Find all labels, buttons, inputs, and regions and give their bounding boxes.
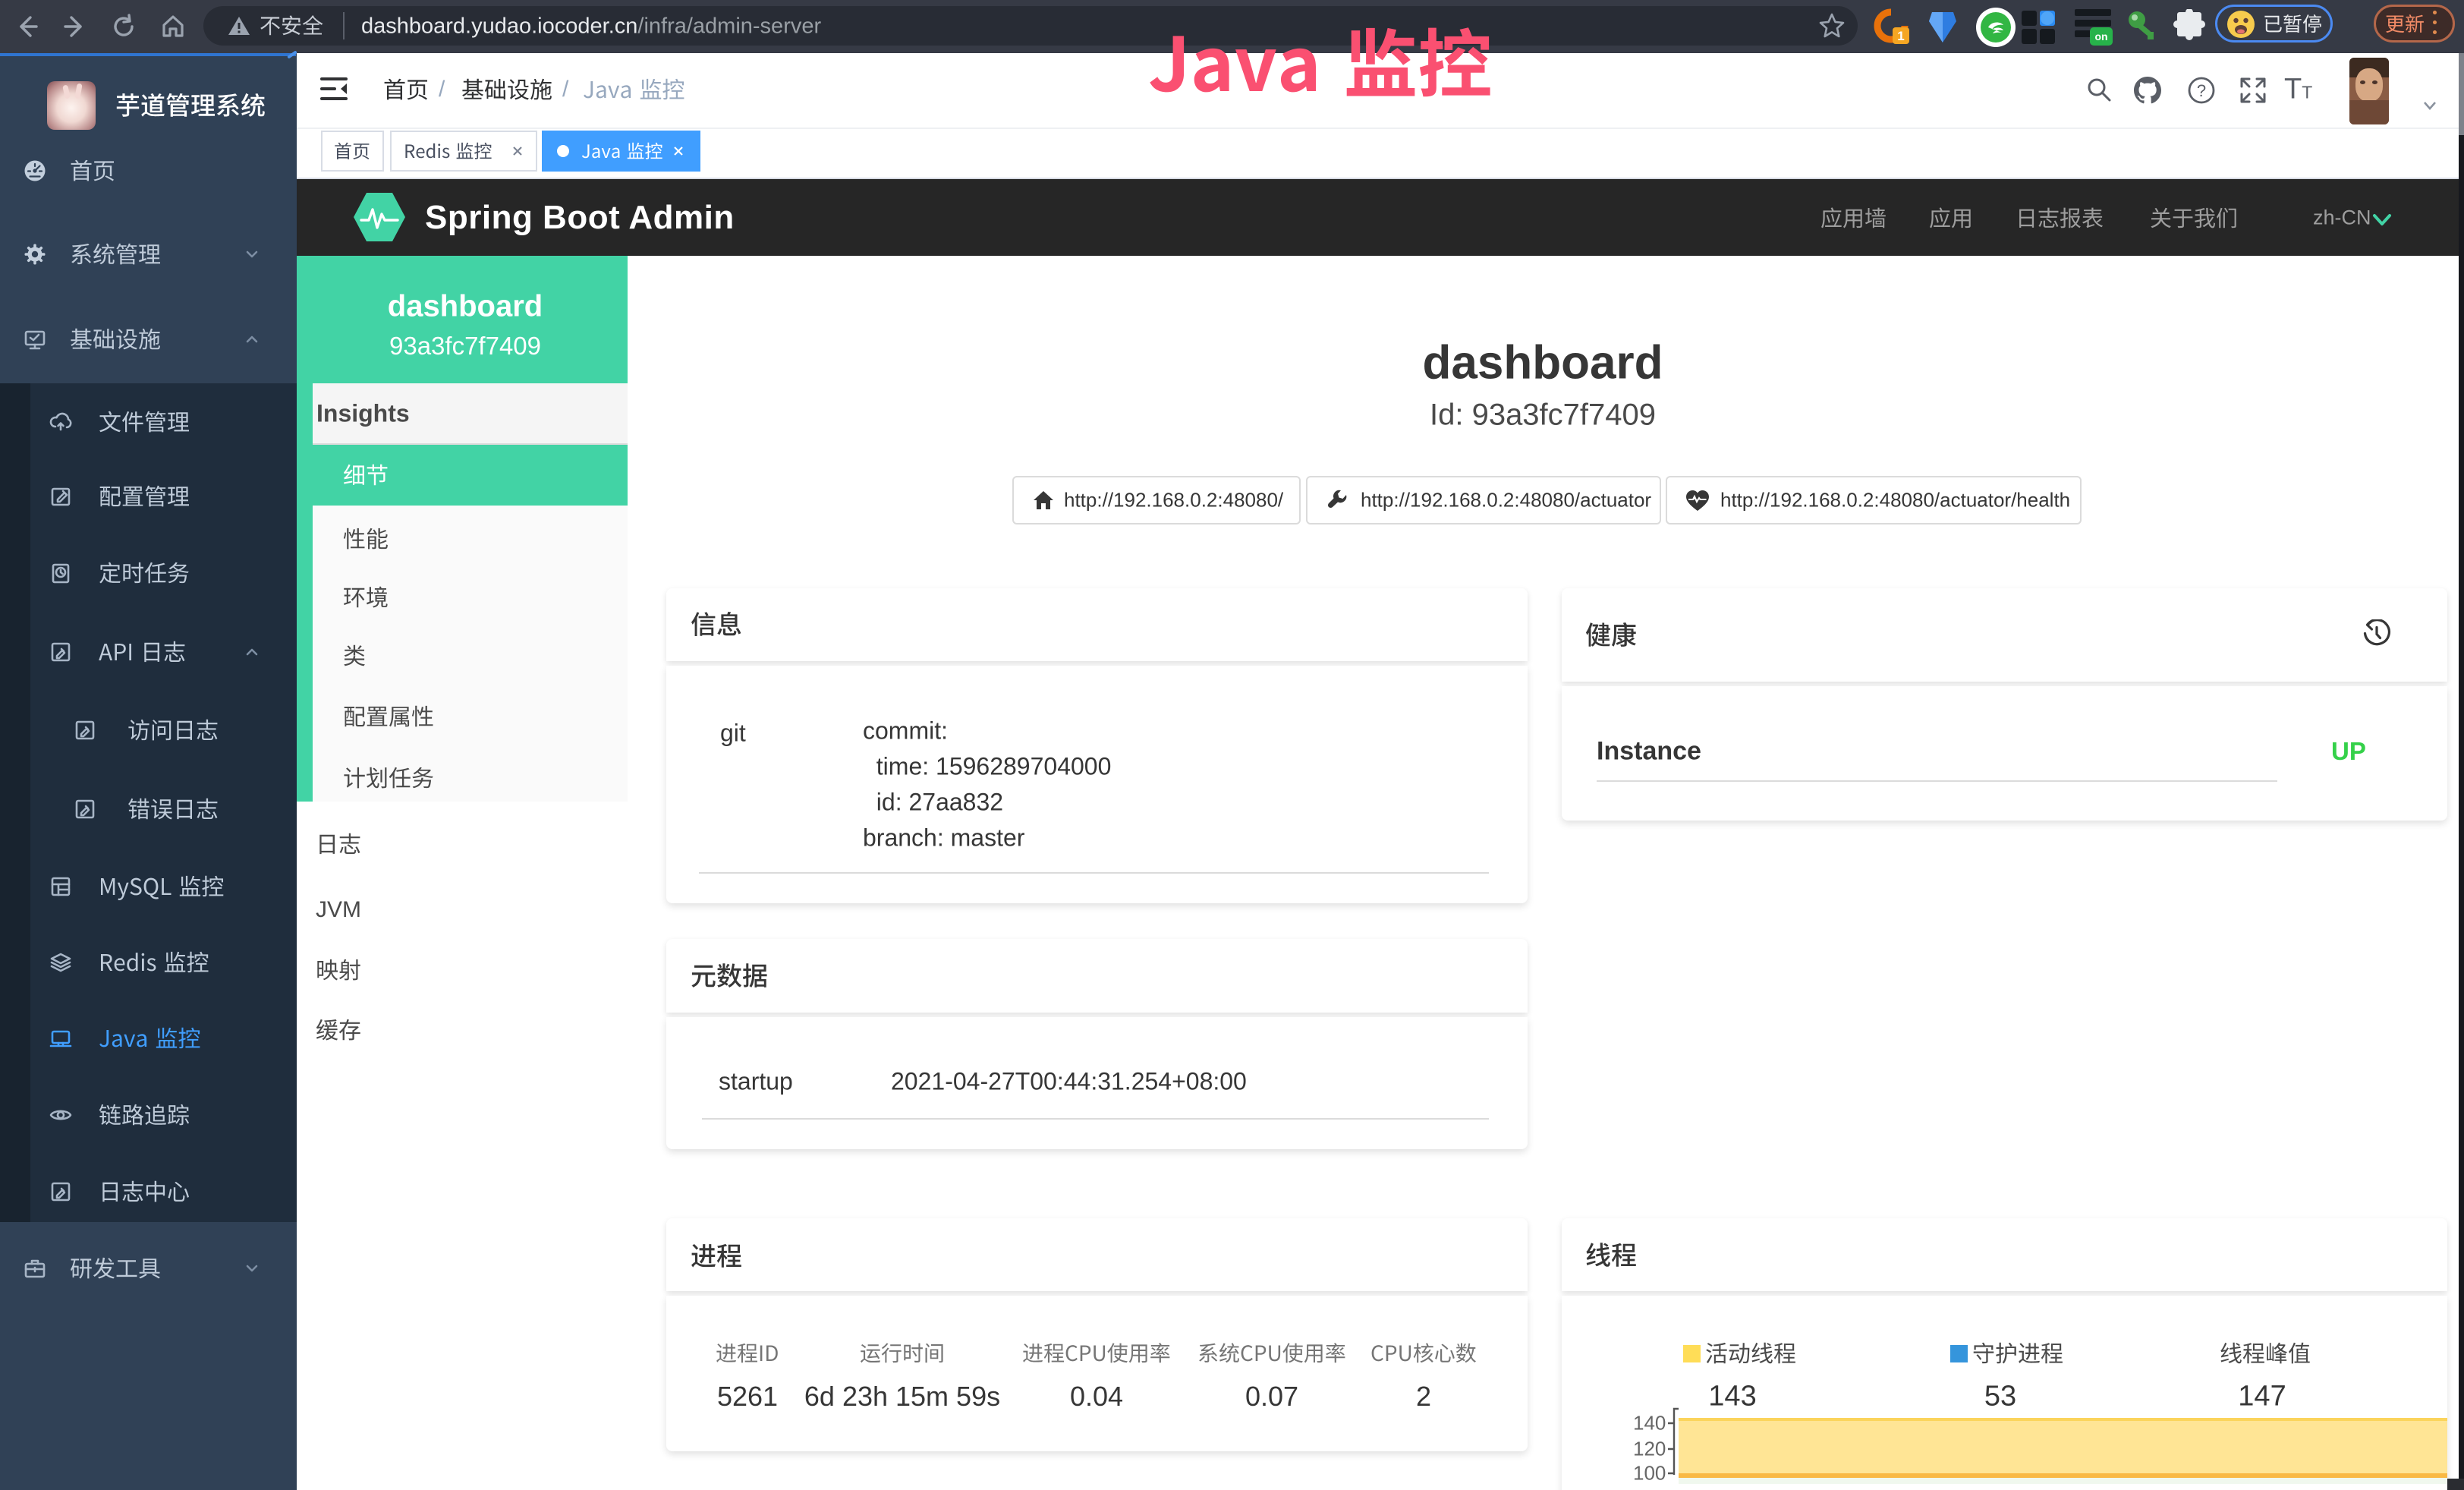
- svg-text:?: ?: [2197, 81, 2206, 100]
- svg-text:on: on: [2094, 30, 2107, 43]
- svg-text:1: 1: [1897, 29, 1904, 43]
